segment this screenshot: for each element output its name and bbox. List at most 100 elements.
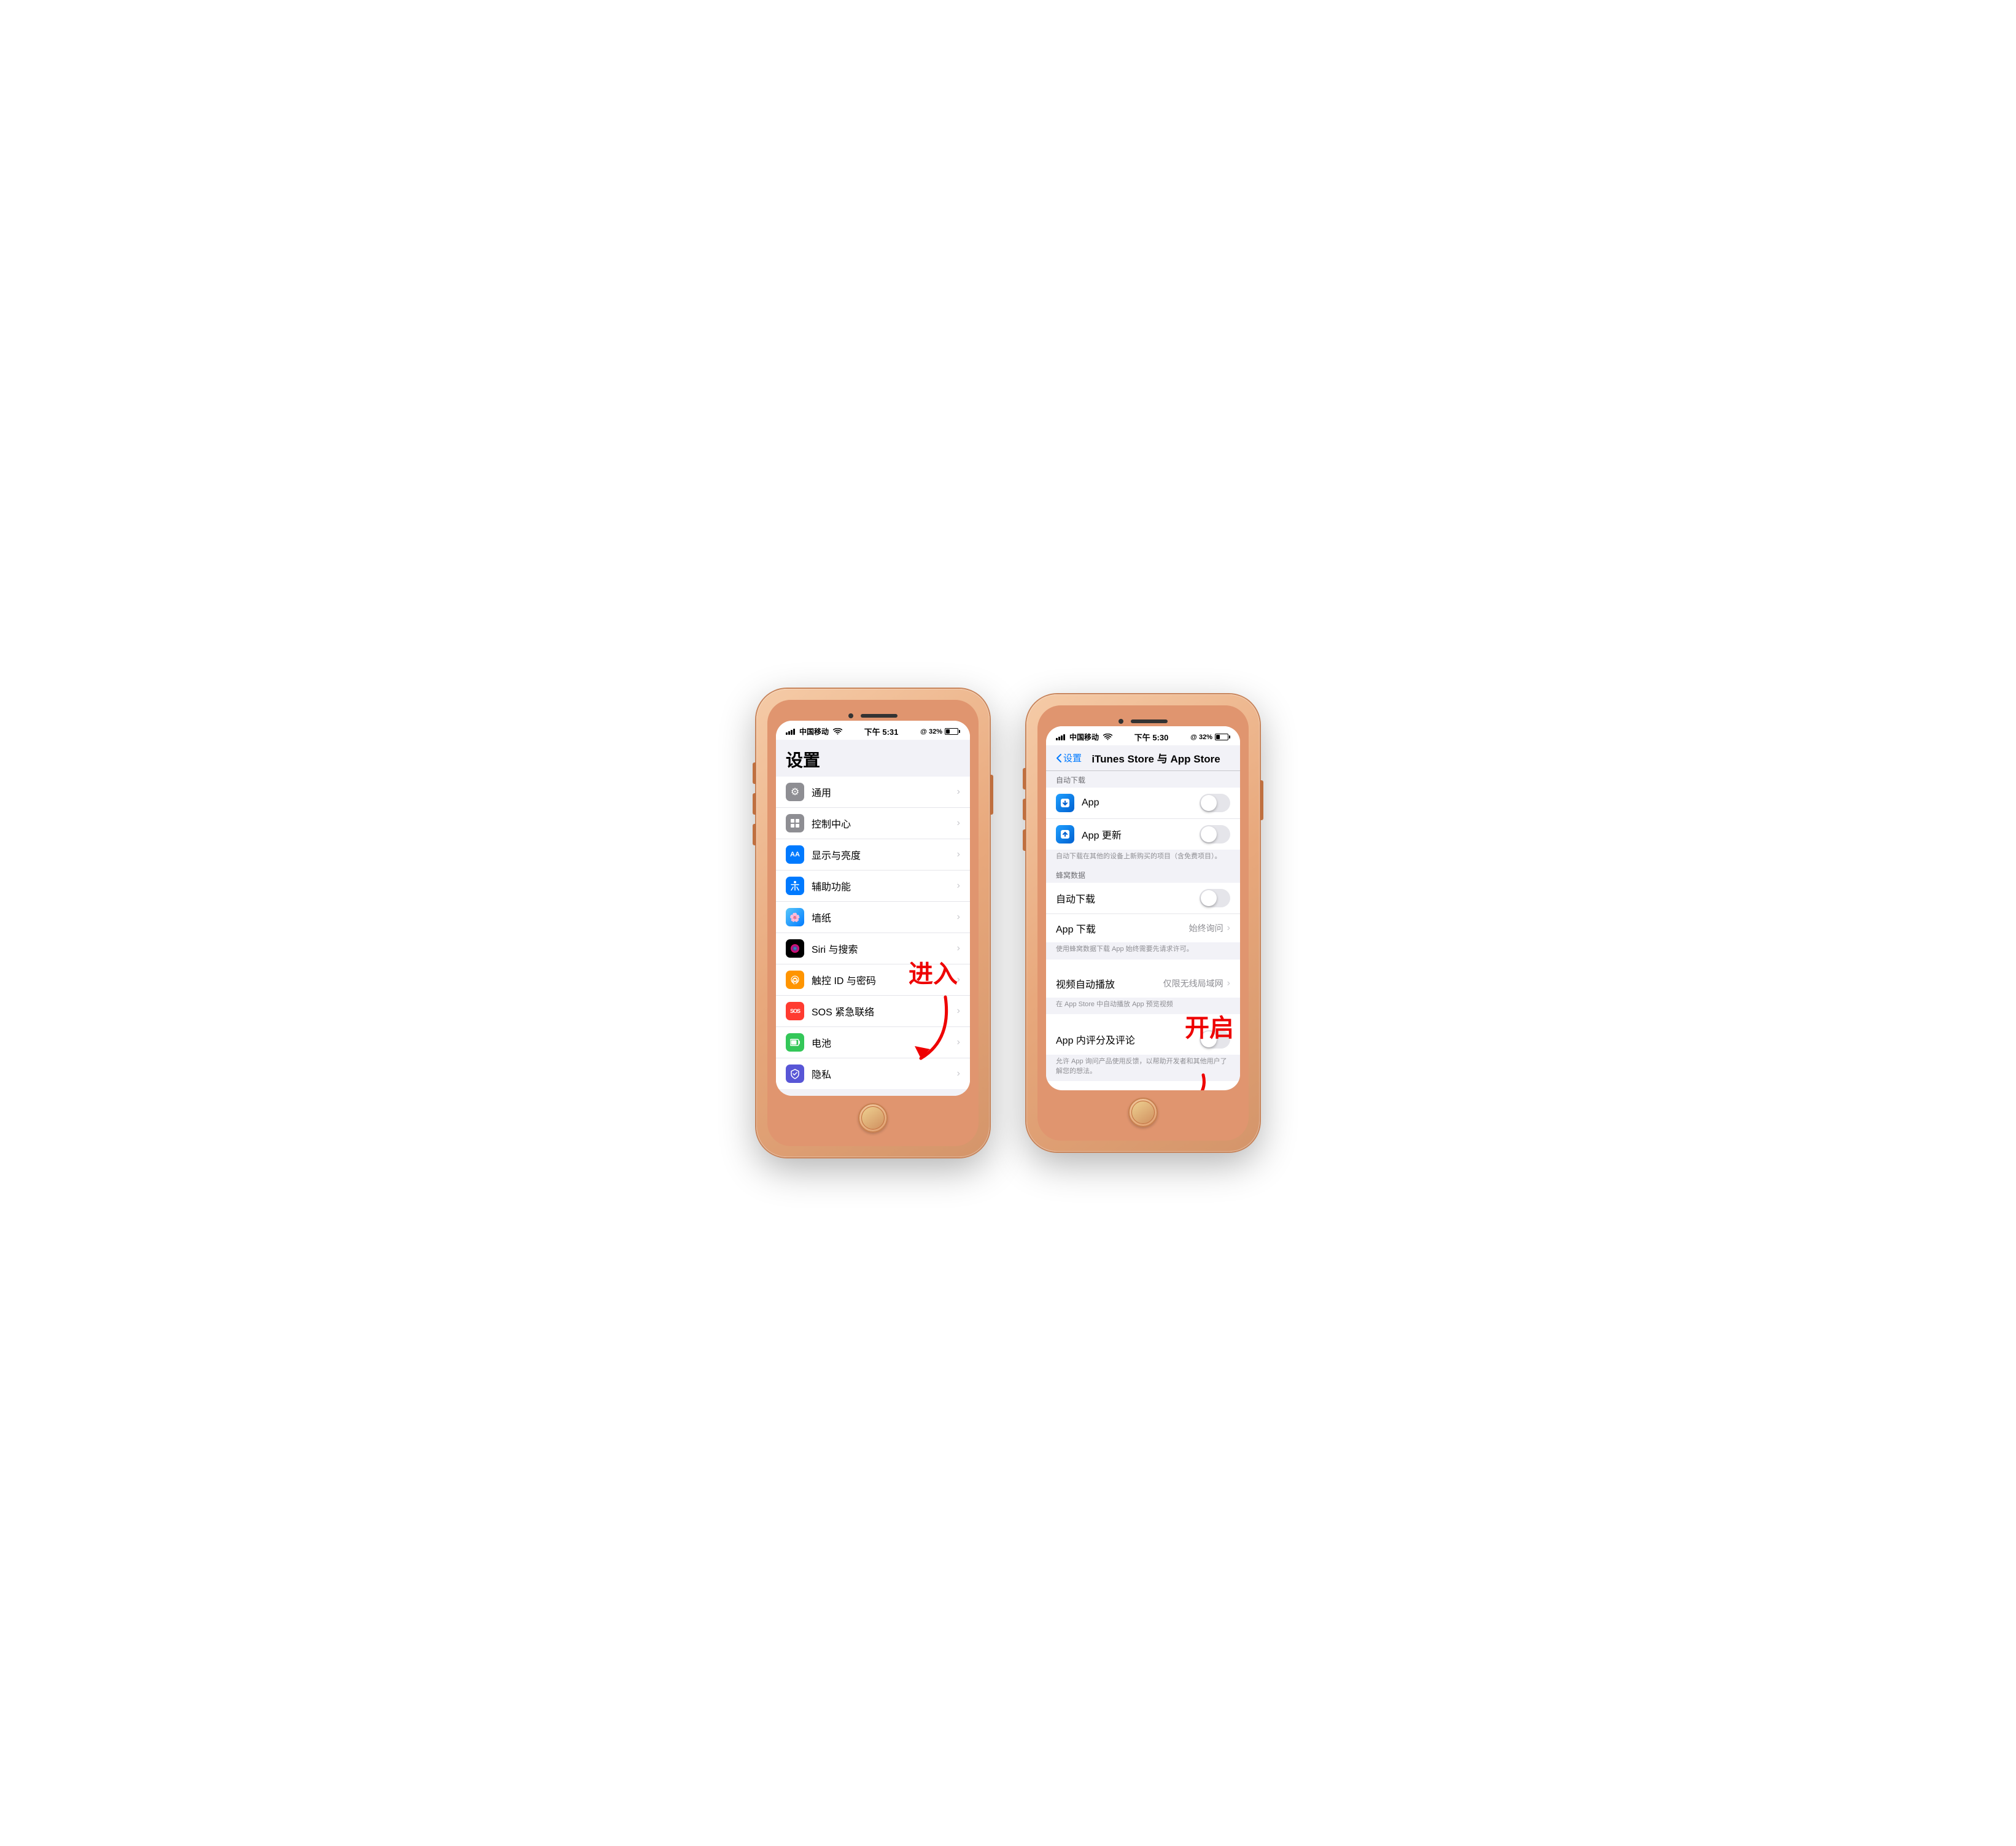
general-label: 通用: [812, 785, 957, 799]
privacy-label: 隐私: [812, 1066, 957, 1081]
cellular-toggle-thumb: [1201, 890, 1217, 906]
battery-label: 电池: [812, 1035, 957, 1050]
settings-item-general[interactable]: ⚙ 通用 ›: [776, 777, 970, 808]
status-bar-1: 中国移动 下午 5:31 @ 32%: [776, 721, 970, 740]
control-icon: [786, 814, 804, 832]
touchid-label: 触控 ID 与密码: [812, 972, 957, 987]
video-autoplay-value: 仅限无线局域网: [1163, 977, 1223, 990]
signal-bars: [786, 729, 795, 735]
status-left-2: 中国移动: [1056, 732, 1112, 742]
settings-item-accessibility[interactable]: 辅助功能 ›: [776, 871, 970, 902]
auto-dl-update-label: App 更新: [1082, 827, 1200, 842]
cellular-app-dl[interactable]: App 下载 始终询问 ›: [1046, 914, 1240, 942]
back-button[interactable]: 设置: [1056, 751, 1082, 764]
touchid-icon: [786, 971, 804, 989]
display-icon: AA: [786, 845, 804, 864]
speaker-2: [1131, 719, 1168, 723]
auto-dl-app[interactable]: App: [1046, 788, 1240, 819]
video-desc: 在 App Store 中自动播放 App 预览视频: [1046, 998, 1240, 1014]
general-chevron: ›: [957, 786, 960, 797]
video-autoplay-label: 视频自动播放: [1056, 976, 1163, 991]
wifi-icon-2: [1103, 734, 1112, 740]
cellular-toggle[interactable]: [1200, 889, 1230, 907]
privacy-icon: [786, 1065, 804, 1083]
cellular-auto-dl[interactable]: 自动下载: [1046, 883, 1240, 914]
cellular-auto-dl-label: 自动下载: [1056, 891, 1200, 906]
status-left-1: 中国移动: [786, 726, 842, 737]
settings-item-sos[interactable]: SOS SOS 紧急联络 ›: [776, 996, 970, 1027]
app-update-toggle[interactable]: [1200, 825, 1230, 843]
battery-icon-menu: [786, 1033, 804, 1052]
control-label: 控制中心: [812, 816, 957, 831]
video-autoplay[interactable]: 视频自动播放 仅限无线局域网 ›: [1046, 969, 1240, 998]
carrier-name-2: 中国移动: [1069, 732, 1099, 742]
settings-item-wallpaper[interactable]: 🌸 墙纸 ›: [776, 902, 970, 933]
ratings-toggle[interactable]: [1200, 1030, 1230, 1049]
auto-dl-update-icon: [1056, 825, 1074, 843]
settings-item-privacy[interactable]: 隐私 ›: [776, 1058, 970, 1089]
settings-item-touchid[interactable]: 触控 ID 与密码 ›: [776, 964, 970, 996]
phone-top-1: [776, 708, 970, 721]
battery-icon-2: [1215, 734, 1230, 740]
screen-content-2: 自动下载 App App 更新: [1046, 771, 1240, 1090]
battery-icon-1: [945, 728, 960, 735]
section-cellular: 蜂窝数据: [1046, 866, 1240, 883]
ratings-desc: 允许 App 询问产品使用反馈，以帮助开发者和其他用户了解您的想法。: [1046, 1055, 1240, 1081]
time-display-2: 下午 5:30: [1134, 731, 1169, 743]
app-update-toggle-thumb: [1201, 826, 1217, 842]
screen-1: 中国移动 下午 5:31 @ 32%: [776, 721, 970, 1096]
front-camera-2: [1118, 719, 1123, 724]
app-toggle-thumb: [1201, 795, 1217, 811]
home-button-2[interactable]: [1128, 1098, 1158, 1127]
status-bar-2: 中国移动 下午 5:30 @ 32%: [1046, 726, 1240, 745]
nav-title-2: iTunes Store 与 App Store: [1082, 750, 1230, 766]
section-auto-download: 自动下载: [1046, 771, 1240, 788]
speaker: [861, 714, 898, 718]
wifi-icon: [833, 728, 842, 735]
nav-bar-2: 设置 iTunes Store 与 App Store: [1046, 745, 1240, 771]
settings-item-siri[interactable]: Siri 与搜索 ›: [776, 933, 970, 964]
cellular-list: 自动下载 App 下载 始终询问 ›: [1046, 883, 1240, 942]
cellular-desc: 使用蜂窝数据下载 App 始终需要先请求许可。: [1046, 942, 1240, 959]
home-button-1[interactable]: [858, 1103, 888, 1133]
status-right-2: @ 32%: [1190, 734, 1230, 741]
siri-label: Siri 与搜索: [812, 941, 957, 956]
phone-2: 中国移动 下午 5:30 @ 32%: [1026, 694, 1260, 1152]
accessibility-label: 辅助功能: [812, 878, 957, 893]
home-button-inner-1: [861, 1106, 885, 1130]
back-chevron-icon: [1056, 753, 1062, 763]
time-display-1: 下午 5:31: [864, 726, 899, 737]
auto-dl-app-update[interactable]: App 更新: [1046, 819, 1240, 850]
screen-2: 中国移动 下午 5:30 @ 32%: [1046, 726, 1240, 1090]
ratings-item[interactable]: App 内评分及评论: [1046, 1024, 1240, 1055]
ratings-toggle-thumb: [1201, 1031, 1217, 1047]
front-camera: [848, 713, 853, 718]
home-btn-area-2: [1046, 1090, 1240, 1132]
battery-percent-1: @ 32%: [920, 728, 942, 735]
home-button-inner-2: [1131, 1101, 1155, 1124]
battery-percent-2: @ 32%: [1190, 734, 1212, 741]
auto-dl-app-label: App: [1082, 797, 1200, 809]
ratings-list: App 内评分及评论: [1046, 1024, 1240, 1055]
cellular-app-dl-label: App 下载: [1056, 921, 1189, 936]
general-icon: ⚙: [786, 783, 804, 801]
accessibility-icon: [786, 877, 804, 895]
carrier-name: 中国移动: [799, 726, 829, 737]
settings-list-1: ⚙ 通用 › 控制中心 › AA: [776, 777, 970, 1089]
wallpaper-label: 墙纸: [812, 910, 957, 925]
group-divider-1: [776, 1089, 970, 1096]
app-toggle[interactable]: [1200, 794, 1230, 812]
ratings-label: App 内评分及评论: [1056, 1032, 1200, 1047]
home-btn-area-1: [776, 1096, 970, 1138]
cellular-app-dl-value: 始终询问: [1189, 922, 1223, 934]
back-label: 设置: [1063, 751, 1082, 764]
settings-item-display[interactable]: AA 显示与亮度 ›: [776, 839, 970, 871]
sos-icon: SOS: [786, 1002, 804, 1020]
auto-download-list: App App 更新: [1046, 788, 1240, 850]
auto-dl-desc: 自动下载在其他的设备上新购买的项目（含免费项目）。: [1046, 850, 1240, 866]
settings-item-battery[interactable]: 电池 ›: [776, 1027, 970, 1058]
phone-top-2: [1046, 714, 1240, 726]
wallpaper-icon: 🌸: [786, 908, 804, 926]
status-right-1: @ 32%: [920, 728, 960, 735]
settings-item-control[interactable]: 控制中心 ›: [776, 808, 970, 839]
